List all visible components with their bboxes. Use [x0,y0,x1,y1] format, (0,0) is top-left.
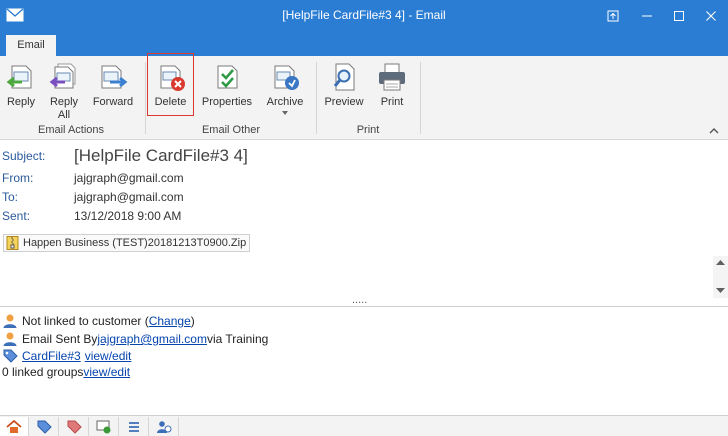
ribbon: Reply Reply All Forward Delete Propertie… [0,53,728,140]
group-label-email-actions: Email Actions [37,124,105,136]
bottom-tab-email-status[interactable] [90,417,119,436]
tag-blue-icon [37,420,52,434]
forward-icon [101,65,128,89]
cardfile-row: CardFile#3 view/edit [2,348,131,364]
sender-email-link[interactable]: jajgraph@gmail.com [97,332,207,346]
maximize-icon [674,11,684,21]
bottom-tab-bar [0,415,728,436]
change-customer-link[interactable]: Change [149,314,191,328]
to-value: jajgraph@gmail.com [74,190,184,204]
header-scrollbar[interactable] [713,256,728,298]
bottom-tab-cardfile[interactable] [30,417,59,436]
person-icon [3,314,17,328]
email-check-icon [96,420,111,433]
customer-link-row: Not linked to customer (Change) [2,313,195,329]
attachment-chip[interactable]: Happen Business (TEST)20181213T0900.Zip [3,234,251,252]
properties-icon [217,65,238,89]
minimize-icon [642,15,652,17]
close-icon [706,11,716,21]
list-icon [129,421,139,432]
archive-icon [274,65,299,90]
close-button[interactable] [694,0,728,32]
pin-window-icon [607,10,619,22]
reply-icon [6,65,32,89]
zip-file-icon [6,236,19,250]
bottom-tab-home[interactable] [0,417,29,436]
groups-view-edit-link[interactable]: view/edit [83,365,130,379]
archive-button[interactable]: Archive [263,60,307,115]
link-info-panel: Not linked to customer (Change) Email Se… [0,307,728,415]
from-value: jajgraph@gmail.com [74,171,184,185]
cardfile-link[interactable]: CardFile#3 [22,349,81,363]
group-label-print: Print [356,124,380,136]
collapse-ribbon-icon[interactable] [708,126,720,136]
preview-button[interactable]: Preview [320,60,368,109]
from-label: From: [2,171,34,185]
linked-groups-row: 0 linked groups view/edit [2,365,131,379]
forward-button[interactable]: Forward [90,60,136,109]
reply-button[interactable]: Reply [2,60,40,109]
scroll-down-icon[interactable] [716,287,725,294]
bottom-tab-list[interactable] [120,417,149,436]
sent-value: 13/12/2018 9:00 AM [74,209,182,223]
maximize-button[interactable] [662,0,696,32]
preview-icon [333,63,355,91]
ribbon-group-separator [420,62,421,134]
person-icon [3,332,17,346]
subject-value: [HelpFile CardFile#3 4] [74,146,248,165]
tab-email[interactable]: Email [6,35,56,56]
home-icon [6,419,22,433]
cardfile-view-edit-link[interactable]: view/edit [85,349,132,363]
delete-button[interactable]: Delete [147,53,194,116]
reply-all-button[interactable]: Reply All [44,60,84,122]
people-icon [157,420,172,433]
bottom-tab-tags[interactable] [60,417,89,436]
title-bar: [HelpFile CardFile#3 4] - Email [0,0,728,32]
scroll-up-icon[interactable] [716,259,725,266]
properties-button[interactable]: Properties [199,60,255,109]
sent-by-row: Email Sent By jajgraph@gmail.com via Tra… [2,331,268,347]
minimize-button[interactable] [630,0,664,32]
bottom-tab-people[interactable] [150,417,179,436]
delete-email-icon [160,65,185,91]
print-button[interactable]: Print [372,60,412,109]
tag-blue-icon [3,349,18,363]
subject-label: Subject: [2,149,46,163]
attachment-name: Happen Business (TEST)20181213T0900.Zip [23,237,247,249]
chevron-down-icon [282,111,288,115]
email-header: Subject: [HelpFile CardFile#3 4] From: j… [0,141,728,306]
tag-red-icon [67,420,82,434]
ribbon-tab-strip: Email [0,32,728,56]
group-label-email-other: Email Other [201,124,261,136]
printer-icon [379,63,405,91]
sent-label: Sent: [2,209,31,223]
restore-to-tray-button[interactable] [596,0,630,32]
to-label: To: [2,190,19,204]
reply-all-icon [49,63,76,89]
splitter-grip[interactable]: ..... [352,294,367,306]
